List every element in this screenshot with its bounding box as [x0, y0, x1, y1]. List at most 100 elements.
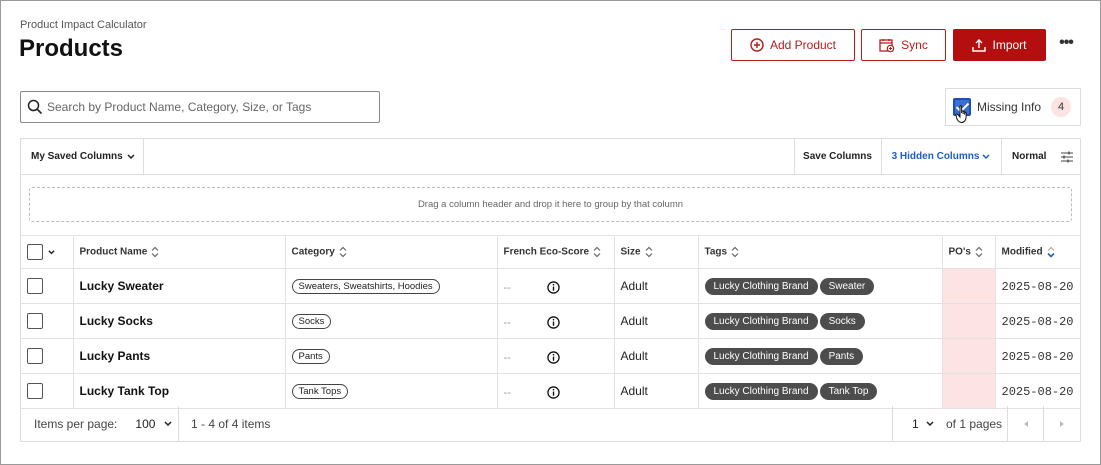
tag-chip: Lucky Clothing Brand	[704, 312, 818, 330]
product-name[interactable]: Lucky Sweater	[80, 279, 164, 293]
table-row[interactable]: Lucky Sweater Sweaters, Sweatshirts, Hoo…	[21, 268, 1080, 304]
sort-icon[interactable]	[339, 246, 347, 258]
column-label: French Eco-Score	[503, 246, 590, 258]
info-icon[interactable]	[547, 386, 560, 399]
caret-left-icon	[1023, 421, 1028, 427]
tag-chip: Tank Top	[819, 382, 878, 400]
row-checkbox[interactable]	[27, 278, 43, 294]
pos-cell-missing	[942, 268, 996, 304]
column-header-product-name[interactable]: Product Name	[73, 235, 286, 269]
page-value: 1	[912, 417, 919, 431]
search-icon	[27, 99, 43, 115]
next-page-button[interactable]	[1043, 406, 1079, 442]
hidden-columns-dropdown[interactable]: 3 Hidden Columns	[881, 139, 1001, 174]
upload-icon	[972, 39, 987, 52]
pagination-footer: Items per page: 100 1 - 4 of 4 items 1 o…	[21, 406, 1080, 442]
plus-circle-icon	[750, 38, 764, 52]
sort-icon[interactable]	[645, 246, 653, 258]
column-header-modified[interactable]: Modified	[995, 235, 1080, 269]
modified-date: 2025-08-20	[1001, 349, 1074, 364]
pos-cell-missing	[942, 373, 996, 409]
chevron-down-icon	[164, 421, 172, 427]
info-icon[interactable]	[547, 281, 560, 294]
sync-calendar-icon	[879, 38, 895, 52]
category-chip: Socks	[291, 314, 332, 329]
group-drop-zone[interactable]: Drag a column header and drop it here to…	[29, 187, 1072, 222]
category-chip: Tank Tops	[291, 384, 349, 399]
items-per-page-value: 100	[135, 417, 156, 431]
column-header-tags[interactable]: Tags	[698, 235, 943, 269]
missing-info-count-badge: 4	[1051, 97, 1072, 117]
size-value: Adult	[620, 314, 648, 328]
column-header-eco-score[interactable]: French Eco-Score	[497, 235, 615, 269]
modified-date: 2025-08-20	[1001, 314, 1074, 329]
table-row[interactable]: Lucky Socks Socks -- Adult Lucky Clothin…	[21, 303, 1080, 339]
modified-date: 2025-08-20	[1001, 279, 1074, 294]
pos-cell-missing	[942, 303, 996, 339]
products-grid: My Saved Columns Save Columns 3 Hidden C…	[20, 138, 1081, 442]
page-title: Products	[19, 35, 124, 62]
row-select-cell	[21, 303, 74, 339]
save-columns-label: Save Columns	[803, 151, 872, 162]
sort-icon[interactable]	[731, 246, 739, 258]
search-input[interactable]	[47, 92, 375, 122]
category-chip: Sweaters, Sweatshirts, Hoodies	[291, 279, 440, 294]
eco-score-value: --	[503, 352, 511, 364]
sort-icon[interactable]	[593, 246, 601, 258]
tag-chip: Lucky Clothing Brand	[704, 277, 818, 295]
hidden-columns-label: 3 Hidden Columns	[891, 151, 980, 162]
page-count: of 1 pages	[946, 417, 1003, 431]
density-selector[interactable]: Normal	[1001, 139, 1080, 174]
size-value: Adult	[620, 279, 648, 293]
more-options-icon[interactable]: •••	[1057, 35, 1075, 54]
chevron-down-icon	[982, 153, 990, 159]
items-per-page: Items per page: 100	[34, 406, 173, 442]
previous-page-button[interactable]	[1007, 406, 1043, 442]
sync-button[interactable]: Sync	[861, 29, 946, 61]
column-label: PO's	[948, 246, 971, 258]
column-header-size[interactable]: Size	[614, 235, 699, 269]
column-label: Product Name	[79, 246, 148, 258]
column-header-category[interactable]: Category	[285, 235, 498, 269]
page-select[interactable]: 1	[892, 406, 939, 442]
item-range: 1 - 4 of 4 items	[178, 406, 270, 442]
sort-icon[interactable]	[151, 246, 159, 258]
info-icon[interactable]	[547, 351, 560, 364]
product-name[interactable]: Lucky Tank Top	[80, 384, 170, 398]
table-row[interactable]: Lucky Pants Pants -- Adult Lucky Clothin…	[21, 338, 1080, 374]
column-label: Modified	[1001, 246, 1043, 258]
tag-chip: Lucky Clothing Brand	[704, 382, 818, 400]
chevron-down-icon	[127, 153, 135, 159]
column-label: Category	[291, 246, 335, 258]
column-label: Size	[620, 246, 641, 258]
row-select-cell	[21, 338, 74, 374]
pos-cell-missing	[942, 338, 996, 374]
size-value: Adult	[620, 349, 648, 363]
size-value: Adult	[620, 384, 648, 398]
row-checkbox[interactable]	[27, 383, 43, 399]
column-header-pos[interactable]: PO's	[942, 235, 996, 269]
save-columns-button[interactable]: Save Columns	[794, 139, 880, 174]
chevron-down-icon[interactable]	[47, 249, 56, 256]
table-row[interactable]: Lucky Tank Top Tank Tops -- Adult Lucky …	[21, 373, 1080, 409]
items-per-page-label: Items per page:	[34, 417, 118, 431]
sort-descending-icon[interactable]	[1047, 246, 1055, 258]
row-checkbox[interactable]	[27, 313, 43, 329]
product-name[interactable]: Lucky Pants	[80, 349, 151, 363]
eco-score-value: --	[503, 317, 511, 329]
product-name[interactable]: Lucky Socks	[80, 314, 153, 328]
saved-columns-dropdown[interactable]: My Saved Columns	[21, 139, 144, 174]
row-select-cell	[21, 373, 74, 409]
import-button[interactable]: Import	[953, 29, 1046, 61]
eco-score-value: --	[503, 387, 511, 399]
modified-date: 2025-08-20	[1001, 384, 1074, 399]
tag-chip: Pants	[819, 347, 864, 365]
items-per-page-select[interactable]: 100	[135, 417, 173, 431]
tag-chip: Socks	[819, 312, 865, 330]
products-table: Product Name Category French Eco-Score S…	[21, 235, 1080, 409]
sort-icon[interactable]	[975, 246, 983, 258]
info-icon[interactable]	[547, 316, 560, 329]
add-product-button[interactable]: Add Product	[731, 29, 855, 61]
row-checkbox[interactable]	[27, 348, 43, 364]
select-all-checkbox[interactable]	[27, 244, 43, 260]
